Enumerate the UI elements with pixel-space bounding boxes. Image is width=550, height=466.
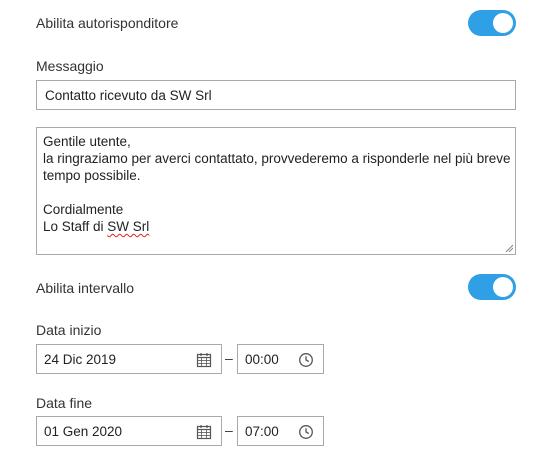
start-separator: – <box>225 350 233 366</box>
end-time-value: 07:00 <box>245 423 279 439</box>
interval-label: Abilita intervallo <box>36 280 135 296</box>
clock-icon[interactable] <box>298 424 314 440</box>
end-time-input[interactable]: 07:00 <box>237 416 324 446</box>
message-body-line: la ringraziamo per averci contattato, pr… <box>43 151 511 166</box>
start-date-value: 24 Dic 2019 <box>44 351 117 367</box>
message-signature-line: Lo Staff di SW Srl <box>43 218 509 235</box>
end-separator: – <box>225 422 233 438</box>
message-label: Messaggio <box>36 58 104 74</box>
start-time-value: 00:00 <box>245 351 279 367</box>
start-date-label: Data inizio <box>36 322 102 338</box>
message-subject-input[interactable]: Contatto ricevuto da SW Srl <box>36 80 516 110</box>
signature-prefix: Lo Staff di <box>43 219 108 234</box>
end-date-label: Data fine <box>36 395 93 411</box>
message-body-line: Gentile utente, <box>43 134 131 149</box>
toggle-knob <box>493 277 513 297</box>
calendar-icon[interactable] <box>196 352 212 368</box>
calendar-icon[interactable] <box>196 424 212 440</box>
start-date-input[interactable]: 24 Dic 2019 <box>36 344 222 374</box>
signature-company: SW Srl <box>107 219 150 234</box>
resize-grip-icon[interactable] <box>505 244 513 252</box>
interval-toggle[interactable] <box>468 274 516 300</box>
clock-icon[interactable] <box>298 352 314 368</box>
message-body-textarea[interactable]: Gentile utente, la ringraziamo per averc… <box>36 127 516 255</box>
autoresponder-label: Abilita autorisponditore <box>36 15 179 31</box>
message-body-line: Cordialmente <box>43 202 124 217</box>
message-body-line <box>43 184 509 201</box>
end-date-input[interactable]: 01 Gen 2020 <box>36 416 222 446</box>
end-date-value: 01 Gen 2020 <box>44 423 123 439</box>
start-time-input[interactable]: 00:00 <box>237 344 324 374</box>
autoresponder-toggle[interactable] <box>468 10 516 36</box>
toggle-knob <box>493 13 513 33</box>
message-subject-value: Contatto ricevuto da SW Srl <box>45 87 212 103</box>
message-body-line: tempo possibile. <box>43 168 141 183</box>
